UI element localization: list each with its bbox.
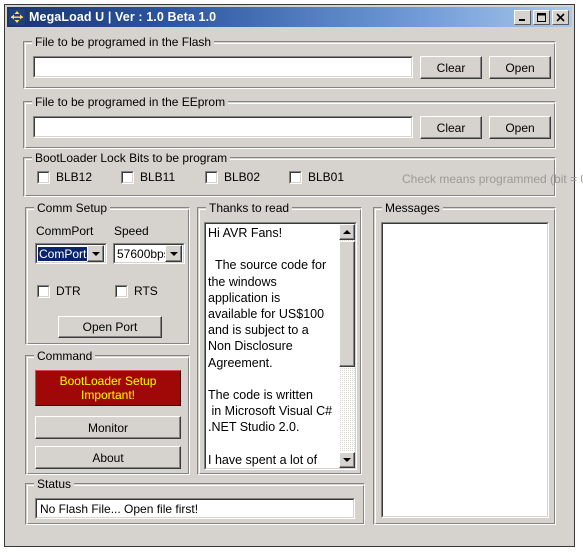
- speed-dropdown[interactable]: 57600bps: [113, 243, 185, 264]
- move-arrows-icon: [9, 9, 25, 25]
- speed-value: 57600bps: [117, 246, 165, 261]
- comm-setup-group: Comm Setup CommPort Speed ComPort 57600b…: [25, 201, 190, 345]
- eeprom-file-group-label: File to be programed in the EEprom: [32, 95, 229, 109]
- comm-setup-group-label: Comm Setup: [34, 201, 111, 215]
- lockbit-blb12-checkbox[interactable]: [37, 170, 50, 184]
- flash-file-path-value: [34, 57, 412, 77]
- lockbit-blb02-label: BLB02: [224, 170, 261, 184]
- eeprom-file-path-value: [34, 117, 412, 137]
- lockbit-blb02-checkbox[interactable]: [205, 170, 218, 184]
- maximize-icon[interactable]: [533, 9, 550, 25]
- thanks-to-read-text: Hi AVR Fans! The source code for the win…: [208, 226, 333, 467]
- eeprom-file-group: File to be programed in the EEprom Clear…: [23, 95, 556, 149]
- status-text: No Flash File... Open file first!: [36, 499, 354, 518]
- bootloader-setup-button[interactable]: BootLoader Setup Important!: [35, 370, 181, 406]
- lockbit-blb11[interactable]: BLB11: [121, 170, 175, 184]
- minimize-icon[interactable]: [514, 9, 531, 25]
- eeprom-clear-button[interactable]: Clear: [420, 116, 482, 139]
- flash-file-group: File to be programed in the Flash Clear …: [23, 35, 556, 89]
- window-title: MegaLoad U | Ver : 1.0 Beta 1.0: [29, 10, 217, 24]
- title-bar[interactable]: MegaLoad U | Ver : 1.0 Beta 1.0: [7, 7, 572, 27]
- lockbit-blb02[interactable]: BLB02: [205, 170, 260, 184]
- flash-open-button[interactable]: Open: [489, 56, 551, 79]
- dtr-checkbox[interactable]: [37, 284, 50, 298]
- status-group-label: Status: [34, 477, 75, 491]
- rts-checkbox-row[interactable]: RTS: [115, 284, 158, 298]
- rts-label: RTS: [134, 284, 158, 298]
- rts-checkbox[interactable]: [115, 284, 128, 298]
- thanks-scrollbar[interactable]: [339, 224, 355, 468]
- bootloader-setup-line1: BootLoader Setup: [59, 374, 157, 388]
- scrollbar-thumb[interactable]: [339, 241, 355, 367]
- open-port-button[interactable]: Open Port: [58, 316, 162, 338]
- close-icon[interactable]: [552, 9, 569, 25]
- triangle-up-icon[interactable]: [339, 224, 355, 240]
- eeprom-open-button[interactable]: Open: [489, 116, 551, 139]
- status-field: No Flash File... Open file first!: [35, 498, 355, 519]
- chevron-down-icon[interactable]: [165, 245, 182, 262]
- lockbit-blb11-checkbox[interactable]: [121, 170, 134, 184]
- dtr-label: DTR: [56, 284, 81, 298]
- lockbits-group: BootLoader Lock Bits to be program BLB12…: [23, 151, 583, 197]
- command-group: Command BootLoader Setup Important! Moni…: [25, 349, 190, 475]
- lockbit-blb12[interactable]: BLB12: [37, 170, 92, 184]
- lockbits-group-label: BootLoader Lock Bits to be program: [32, 151, 231, 165]
- command-group-label: Command: [34, 349, 96, 363]
- thanks-to-read-group-label: Thanks to read: [206, 201, 293, 215]
- lockbit-blb01-label: BLB01: [308, 170, 345, 184]
- dtr-checkbox-row[interactable]: DTR: [37, 284, 81, 298]
- commport-value: ComPort: [38, 246, 88, 261]
- commport-label: CommPort: [36, 224, 94, 238]
- status-group: Status No Flash File... Open file first!: [25, 477, 365, 525]
- lockbit-blb11-label: BLB11: [140, 170, 176, 184]
- messages-textarea[interactable]: [381, 222, 549, 518]
- window-controls: [514, 9, 572, 25]
- thanks-to-read-group: Thanks to read Hi AVR Fans! The source c…: [197, 201, 362, 475]
- speed-label: Speed: [114, 224, 149, 238]
- flash-file-path-input[interactable]: [33, 56, 413, 78]
- application-window: MegaLoad U | Ver : 1.0 Beta 1.0 File to …: [4, 4, 583, 547]
- monitor-button[interactable]: Monitor: [35, 416, 181, 439]
- triangle-down-icon[interactable]: [339, 452, 355, 468]
- messages-group: Messages: [373, 201, 556, 525]
- lockbits-hint: Check means programmed (bit = 0): [402, 172, 583, 186]
- lockbit-blb12-label: BLB12: [56, 170, 93, 184]
- messages-group-label: Messages: [382, 201, 443, 215]
- thanks-to-read-textarea[interactable]: Hi AVR Fans! The source code for the win…: [204, 222, 357, 470]
- bootloader-setup-line2: Important!: [80, 388, 136, 402]
- about-button[interactable]: About: [35, 446, 181, 469]
- flash-file-group-label: File to be programed in the Flash: [32, 35, 215, 49]
- eeprom-file-path-input[interactable]: [33, 116, 413, 138]
- chevron-down-icon[interactable]: [87, 245, 105, 262]
- lockbit-blb01-checkbox[interactable]: [289, 170, 302, 184]
- flash-clear-button[interactable]: Clear: [420, 56, 482, 79]
- lockbit-blb01[interactable]: BLB01: [289, 170, 344, 184]
- commport-dropdown[interactable]: ComPort: [35, 243, 107, 264]
